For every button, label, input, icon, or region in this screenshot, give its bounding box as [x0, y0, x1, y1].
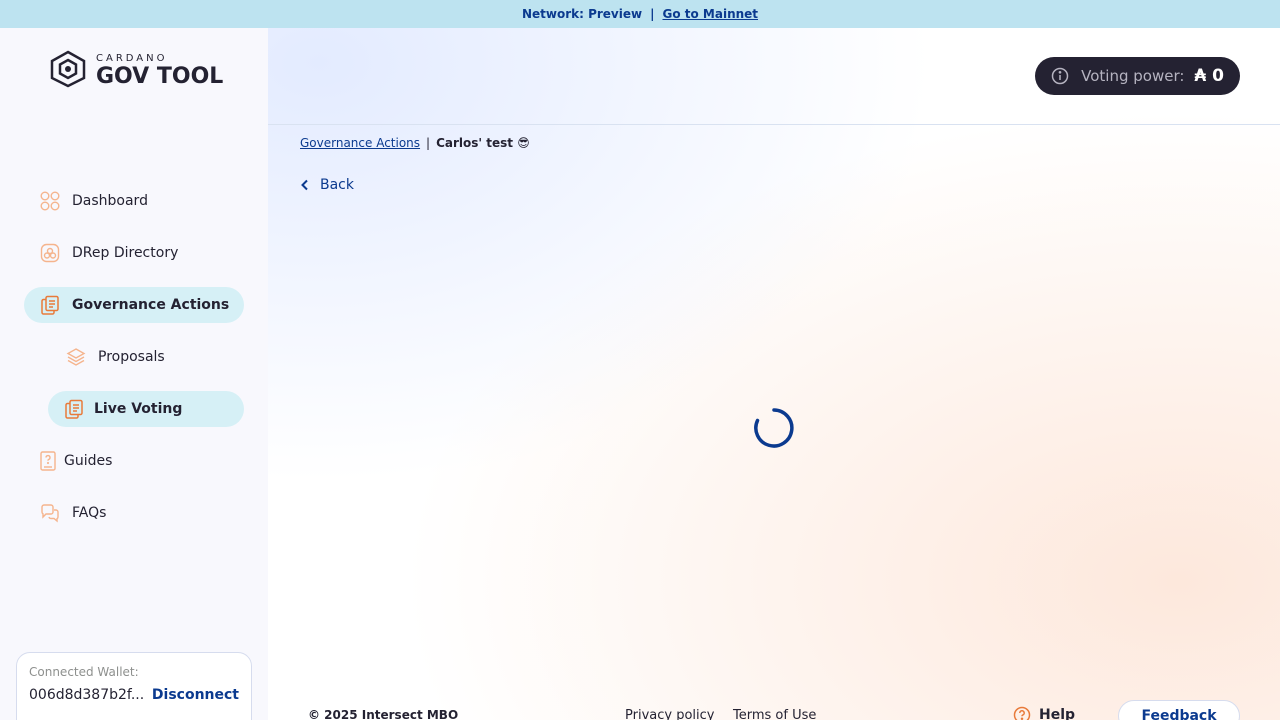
- breadcrumb-divider: |: [426, 136, 431, 150]
- drep-directory-icon: [40, 243, 60, 263]
- go-to-mainnet-link[interactable]: Go to Mainnet: [662, 7, 758, 21]
- sidebar-item-label: Dashboard: [72, 193, 148, 209]
- wallet-label: Connected Wallet:: [29, 665, 139, 679]
- sidebar-item-label: Live Voting: [94, 401, 183, 417]
- network-label: Network: Preview: [521, 7, 643, 21]
- terms-of-use-link[interactable]: Terms of Use: [733, 708, 816, 720]
- breadcrumb: Governance Actions | Carlos' test 😎: [300, 136, 530, 150]
- sidebar-item-faqs[interactable]: FAQs: [40, 495, 240, 531]
- governance-actions-icon: [40, 295, 60, 315]
- breadcrumb-current: Carlos' test 😎: [436, 136, 530, 150]
- chevron-left-icon: [300, 179, 310, 191]
- proposals-icon: [66, 347, 86, 367]
- info-icon: [1051, 67, 1069, 85]
- sidebar-item-governance-actions[interactable]: Governance Actions: [24, 287, 244, 323]
- sidebar-item-guides[interactable]: Guides: [40, 443, 240, 479]
- breadcrumb-governance-actions-link[interactable]: Governance Actions: [300, 136, 420, 150]
- sidebar-item-label: FAQs: [72, 505, 107, 521]
- disconnect-button[interactable]: Disconnect: [152, 687, 239, 703]
- network-bar: Network: Preview | Go to Mainnet: [0, 0, 1280, 28]
- wallet-address: 006d8d387b2f...: [29, 687, 145, 703]
- sidebar-item-label: Proposals: [98, 349, 165, 365]
- footer: © 2025 Intersect MBO Privacy policy Term…: [308, 698, 1240, 720]
- help-label: Help: [1039, 707, 1076, 720]
- sidebar: CARDANO GOV TOOL Dashboard DRep Director…: [0, 28, 268, 720]
- help-link[interactable]: Help: [1013, 706, 1075, 720]
- voting-power-value: ₳ 0: [1194, 66, 1224, 86]
- cardano-hex-icon: [48, 50, 88, 92]
- connected-wallet-card: Connected Wallet: 006d8d387b2f... Discon…: [16, 652, 252, 720]
- loading-spinner-icon: [754, 408, 794, 452]
- logo-cardano-text: CARDANO: [96, 53, 168, 64]
- faqs-icon: [40, 503, 60, 523]
- back-button[interactable]: Back: [300, 177, 354, 193]
- sidebar-item-proposals[interactable]: Proposals: [64, 339, 244, 375]
- logo-govtool-text: GOV TOOL: [96, 64, 224, 89]
- live-voting-icon: [64, 399, 84, 419]
- sidebar-item-live-voting[interactable]: Live Voting: [48, 391, 244, 427]
- sidebar-item-drep-directory[interactable]: DRep Directory: [40, 235, 240, 271]
- privacy-policy-link[interactable]: Privacy policy: [625, 708, 714, 720]
- sidebar-item-dashboard[interactable]: Dashboard: [40, 183, 240, 219]
- voting-power-label: Voting power:: [1081, 67, 1185, 85]
- sidebar-item-label: Guides: [64, 453, 113, 469]
- main-content: Voting power: ₳ 0 Governance Actions | C…: [268, 28, 1280, 720]
- top-bar: Voting power: ₳ 0: [268, 28, 1280, 125]
- back-label: Back: [320, 177, 354, 193]
- help-circle-icon: [1013, 706, 1031, 720]
- dashboard-icon: [40, 191, 60, 211]
- sidebar-item-label: Governance Actions: [72, 297, 230, 313]
- voting-power-badge[interactable]: Voting power: ₳ 0: [1035, 57, 1240, 95]
- guides-icon: [40, 451, 56, 471]
- feedback-button[interactable]: Feedback: [1118, 700, 1240, 720]
- footer-copyright: © 2025 Intersect MBO: [308, 708, 459, 720]
- network-separator: |: [650, 7, 655, 21]
- sidebar-item-label: DRep Directory: [72, 245, 179, 261]
- logo[interactable]: CARDANO GOV TOOL: [48, 50, 223, 92]
